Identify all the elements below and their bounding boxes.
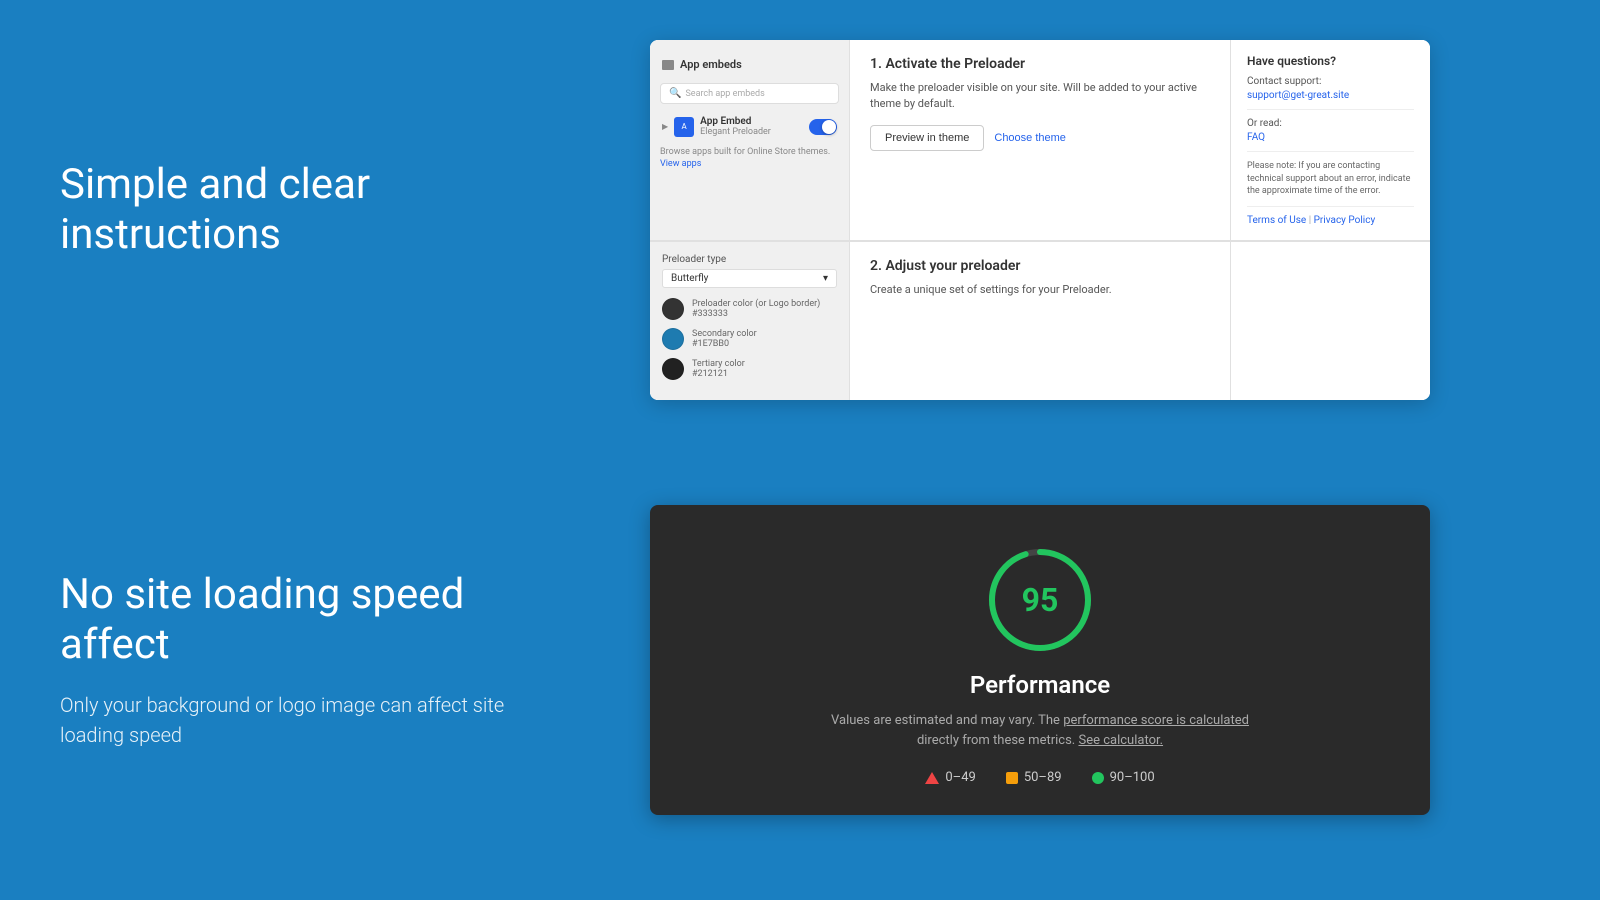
grid-icon: [662, 60, 674, 70]
terms-link[interactable]: Terms of Use: [1247, 215, 1306, 226]
step1-desc: Make the preloader visible on your site.…: [870, 80, 1210, 111]
primary-color-row: Preloader color (or Logo border) #333333: [662, 298, 837, 320]
tertiary-color-row: Tertiary color #212121: [662, 358, 837, 380]
tertiary-color-label: Tertiary color: [692, 359, 745, 369]
legend-bad: 0–49: [925, 770, 975, 785]
bottom-heading: No site loading speed affect: [60, 570, 540, 671]
choose-theme-button[interactable]: Choose theme: [994, 132, 1066, 144]
step1-btn-row: Preview in theme Choose theme: [870, 125, 1210, 151]
search-placeholder: Search app embeds: [685, 89, 764, 99]
legend-medium: 50–89: [1006, 770, 1062, 785]
perf-score-link[interactable]: performance score is calculated: [1063, 713, 1249, 728]
step2-desc: Create a unique set of settings for your…: [870, 282, 1210, 297]
support-email-link[interactable]: support@get-great.site: [1247, 90, 1349, 101]
app-embed-name: App Embed: [700, 116, 771, 127]
legend-bad-range: 0–49: [945, 770, 975, 785]
faq-link[interactable]: FAQ: [1247, 132, 1265, 143]
secondary-color-row: Secondary color #1E7BB0: [662, 328, 837, 350]
contact-label: Contact support:: [1247, 76, 1414, 87]
have-questions-title: Have questions?: [1247, 54, 1414, 68]
legend-good-range: 90–100: [1110, 770, 1155, 785]
desc-line1: Values are estimated and may vary. The: [831, 713, 1060, 728]
card-bottom-row: Preloader type Butterfly ▾ Preloader col…: [650, 241, 1430, 400]
notice-text: Please note: If you are contacting techn…: [1247, 160, 1414, 198]
legend-medium-range: 50–89: [1024, 770, 1062, 785]
search-bar[interactable]: 🔍 Search app embeds: [660, 83, 839, 104]
secondary-color-info: Secondary color #1E7BB0: [692, 329, 757, 349]
see-calculator-link[interactable]: See calculator.: [1078, 733, 1163, 748]
ui-card-top: App embeds 🔍 Search app embeds ▶ A App E…: [650, 40, 1430, 400]
primary-color-hex: #333333: [692, 309, 820, 319]
primary-color-label: Preloader color (or Logo border): [692, 299, 820, 309]
tertiary-color-hex: #212121: [692, 369, 745, 379]
secondary-color-label: Secondary color: [692, 329, 757, 339]
preloader-settings-panel: Preloader type Butterfly ▾ Preloader col…: [650, 242, 850, 400]
browse-text: Browse apps built for Online Store theme…: [660, 147, 830, 157]
square-icon: [1006, 772, 1018, 784]
or-read-label: Or read:: [1247, 118, 1414, 129]
app-embeds-header: App embeds: [650, 52, 849, 77]
desc-line2: directly from these metrics.: [917, 733, 1075, 748]
app-embed-sub: Elegant Preloader: [700, 127, 771, 137]
tertiary-color-swatch[interactable]: [662, 358, 684, 380]
privacy-link[interactable]: Privacy Policy: [1314, 215, 1376, 226]
step2-title: 2. Adjust your preloader: [870, 258, 1210, 274]
triangle-icon: [925, 772, 939, 784]
right-info-panel: Have questions? Contact support: support…: [1230, 40, 1430, 240]
performance-title: Performance: [970, 671, 1110, 699]
step1-panel: 1. Activate the Preloader Make the prelo…: [850, 40, 1230, 240]
step2-panel: 2. Adjust your preloader Create a unique…: [850, 242, 1230, 400]
bottom-body: Only your background or logo image can a…: [60, 690, 540, 750]
view-apps-link[interactable]: View apps: [660, 159, 701, 169]
sidebar-bottom: Browse apps built for Online Store theme…: [650, 143, 849, 174]
primary-color-info: Preloader color (or Logo border) #333333: [692, 299, 820, 319]
secondary-color-hex: #1E7BB0: [692, 339, 757, 349]
step2-right-space: [1230, 242, 1430, 400]
toggle-switch[interactable]: [809, 119, 837, 135]
performance-description: Values are estimated and may vary. The p…: [831, 711, 1249, 750]
preloader-type-row[interactable]: Butterfly ▾: [662, 269, 837, 288]
preloader-type-value: Butterfly: [671, 273, 708, 284]
score-number: 95: [1022, 581, 1059, 619]
performance-card: 95 Performance Values are estimated and …: [650, 505, 1430, 815]
circle-icon: [1092, 772, 1104, 784]
app-embed-row: ▶ A App Embed Elegant Preloader: [650, 110, 849, 143]
app-embeds-label: App embeds: [680, 58, 742, 71]
arrow-icon: ▶: [662, 122, 668, 131]
top-right-panel: App embeds 🔍 Search app embeds ▶ A App E…: [540, 40, 1540, 400]
secondary-color-swatch[interactable]: [662, 328, 684, 350]
tertiary-color-info: Tertiary color #212121: [692, 359, 745, 379]
bottom-left-text: No site loading speed affect Only your b…: [60, 570, 540, 751]
top-heading: Simple and clear instructions: [60, 160, 540, 261]
score-circle: 95: [985, 545, 1095, 655]
search-icon: 🔍: [669, 88, 681, 99]
bottom-right-panel: 95 Performance Values are estimated and …: [540, 505, 1540, 815]
app-embed-info: App Embed Elegant Preloader: [700, 116, 771, 137]
legend-row: 0–49 50–89 90–100: [925, 770, 1154, 785]
top-left-text: Simple and clear instructions: [60, 160, 540, 281]
sidebar-panel: App embeds 🔍 Search app embeds ▶ A App E…: [650, 40, 850, 240]
preloader-type-label: Preloader type: [662, 254, 837, 265]
legend-good: 90–100: [1092, 770, 1155, 785]
primary-color-swatch[interactable]: [662, 298, 684, 320]
card-top-row: App embeds 🔍 Search app embeds ▶ A App E…: [650, 40, 1430, 241]
step1-title: 1. Activate the Preloader: [870, 56, 1210, 72]
app-icon: A: [674, 117, 694, 137]
preview-theme-button[interactable]: Preview in theme: [870, 125, 984, 151]
legal-links: Terms of Use | Privacy Policy: [1247, 215, 1414, 226]
chevron-icon: ▾: [823, 273, 828, 284]
